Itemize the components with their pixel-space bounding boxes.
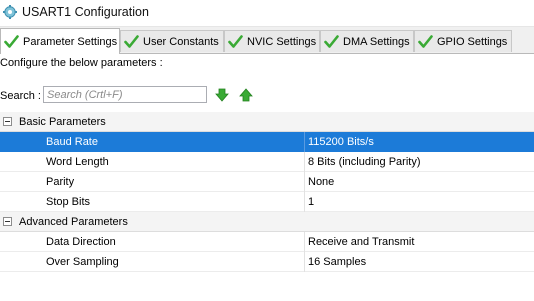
tab-gpio-settings[interactable]: GPIO Settings xyxy=(414,30,512,52)
group-label: Advanced Parameters xyxy=(19,216,128,228)
parameter-panel: Configure the below parameters : Search … xyxy=(0,54,534,301)
checkmark-icon xyxy=(124,35,139,48)
param-value[interactable]: Receive and Transmit xyxy=(308,236,414,248)
checkmark-icon xyxy=(418,35,433,48)
collapse-icon[interactable] xyxy=(3,217,12,226)
tab-strip: Parameter Settings User Constants NVIC S… xyxy=(0,27,534,54)
checkmark-icon xyxy=(4,35,19,48)
tab-label: User Constants xyxy=(143,35,219,48)
param-row-parity[interactable]: Parity None xyxy=(0,172,534,192)
collapse-icon[interactable] xyxy=(3,117,12,126)
param-row-over-sampling[interactable]: Over Sampling 16 Samples xyxy=(0,252,534,272)
window-title: USART1 Configuration xyxy=(22,5,149,19)
arrow-up-icon[interactable] xyxy=(238,87,254,103)
group-advanced-parameters[interactable]: Advanced Parameters xyxy=(0,212,534,232)
param-value[interactable]: 8 Bits (including Parity) xyxy=(308,156,421,168)
group-label: Basic Parameters xyxy=(19,116,106,128)
tab-label: DMA Settings xyxy=(343,35,410,48)
tab-user-constants[interactable]: User Constants xyxy=(120,30,224,52)
parameter-grid: Basic Parameters Baud Rate 115200 Bits/s… xyxy=(0,112,534,272)
param-row-stop-bits[interactable]: Stop Bits 1 xyxy=(0,192,534,212)
group-basic-parameters[interactable]: Basic Parameters xyxy=(0,112,534,132)
param-row-baud-rate[interactable]: Baud Rate 115200 Bits/s xyxy=(0,132,534,152)
param-value[interactable]: 1 xyxy=(308,196,314,208)
search-label: Search : xyxy=(0,90,41,102)
param-name: Baud Rate xyxy=(46,136,98,148)
param-name: Word Length xyxy=(46,156,109,168)
column-divider xyxy=(304,232,305,252)
param-row-word-length[interactable]: Word Length 8 Bits (including Parity) xyxy=(0,152,534,172)
param-row-data-direction[interactable]: Data Direction Receive and Transmit xyxy=(0,232,534,252)
checkmark-icon xyxy=(324,35,339,48)
search-input[interactable] xyxy=(43,86,207,103)
tab-label: NVIC Settings xyxy=(247,35,317,48)
param-name: Parity xyxy=(46,176,75,188)
param-name: Data Direction xyxy=(46,236,116,248)
title-bar: USART1 Configuration xyxy=(0,0,534,27)
tab-parameter-settings[interactable]: Parameter Settings xyxy=(0,28,120,54)
column-divider xyxy=(304,132,305,152)
param-value[interactable]: None xyxy=(308,176,334,188)
param-name: Over Sampling xyxy=(46,256,119,268)
checkmark-icon xyxy=(228,35,243,48)
configure-instruction: Configure the below parameters : xyxy=(0,57,163,69)
tab-nvic-settings[interactable]: NVIC Settings xyxy=(224,30,320,52)
gear-icon xyxy=(3,5,17,19)
tab-label: Parameter Settings xyxy=(23,35,118,48)
arrow-down-icon[interactable] xyxy=(214,87,230,103)
column-divider xyxy=(304,192,305,212)
param-name: Stop Bits xyxy=(46,196,91,208)
tab-dma-settings[interactable]: DMA Settings xyxy=(320,30,414,52)
tab-label: GPIO Settings xyxy=(437,35,508,48)
param-value[interactable]: 16 Samples xyxy=(308,256,366,268)
column-divider xyxy=(304,172,305,192)
param-value[interactable]: 115200 Bits/s xyxy=(308,136,374,148)
column-divider xyxy=(304,252,305,272)
column-divider xyxy=(304,152,305,172)
